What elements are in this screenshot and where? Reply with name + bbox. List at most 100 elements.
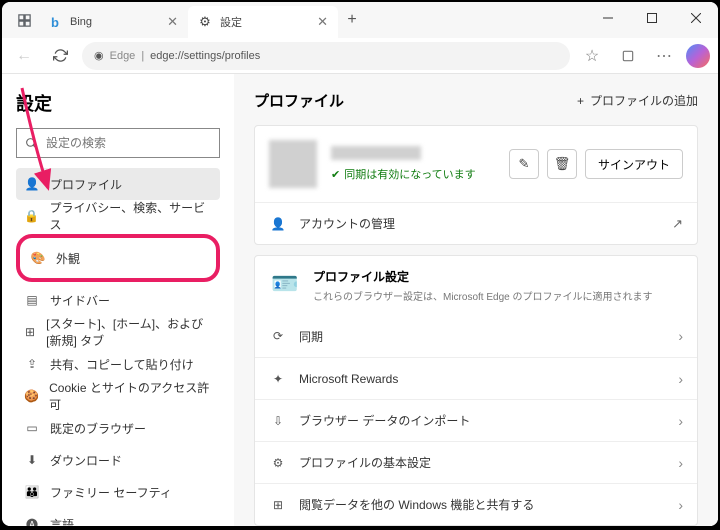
sidebar-item-default[interactable]: ▭ 既定のブラウザー bbox=[16, 412, 220, 444]
search-input[interactable] bbox=[46, 136, 211, 150]
profile-icon: 👤 bbox=[24, 177, 40, 191]
rewards-icon: ✦ bbox=[269, 372, 287, 386]
row-label: 同期 bbox=[299, 328, 323, 345]
share-icon: ⇪ bbox=[24, 357, 40, 371]
sidebar-item-language[interactable]: 🅐 言語 bbox=[16, 508, 220, 526]
row-label: Microsoft Rewards bbox=[299, 372, 398, 386]
settings-favicon: ⚙ bbox=[198, 15, 212, 29]
sync-row[interactable]: ⟳同期› bbox=[255, 315, 697, 357]
address-url: edge://settings/profiles bbox=[150, 50, 260, 62]
edit-profile-button[interactable]: ✎ bbox=[509, 149, 539, 179]
appearance-icon: 🎨 bbox=[30, 251, 46, 265]
refresh-button[interactable] bbox=[46, 42, 74, 70]
row-label: ブラウザー データのインポート bbox=[299, 412, 470, 429]
annotation-highlight: 🎨外観 bbox=[16, 234, 220, 282]
sidebar-item-label: [スタート]、[ホーム]、および [新規] タブ bbox=[46, 315, 212, 349]
language-icon: 🅐 bbox=[24, 516, 40, 527]
page-title: プロファイル bbox=[254, 90, 344, 111]
sidebar-item-cookies[interactable]: 🍪 Cookie とサイトのアクセス許可 bbox=[16, 380, 220, 412]
minimize-button[interactable] bbox=[586, 2, 630, 34]
tab-label: 設定 bbox=[220, 14, 242, 30]
windows-icon: ⊞ bbox=[269, 498, 287, 512]
row-label: アカウントの管理 bbox=[299, 215, 395, 232]
import-icon: ⇩ bbox=[269, 414, 287, 428]
sidebar-item-privacy[interactable]: 🔒 プライバシー、検索、サービス bbox=[16, 200, 220, 232]
edge-icon: ◉ bbox=[94, 49, 104, 62]
delete-profile-button[interactable]: 🗑 bbox=[547, 149, 577, 179]
share-windows-row[interactable]: ⊞閲覧データを他の Windows 機能と共有する› bbox=[255, 483, 697, 525]
home-icon: ⊞ bbox=[24, 325, 36, 339]
tab-settings[interactable]: ⚙ 設定 ✕ bbox=[188, 6, 338, 38]
sync-icon: ⟳ bbox=[269, 329, 287, 343]
sidebar-item-label: サイドバー bbox=[50, 292, 110, 309]
sidebar-icon: ▤ bbox=[24, 293, 40, 307]
chevron-right-icon: › bbox=[678, 371, 683, 387]
check-icon: ✔ bbox=[331, 168, 340, 181]
close-tab-icon[interactable]: ✕ bbox=[317, 14, 328, 30]
bing-favicon: b bbox=[48, 15, 62, 29]
sidebar-item-label: 共有、コピーして貼り付け bbox=[50, 356, 194, 373]
plus-icon: + bbox=[577, 94, 584, 108]
sidebar-item-family[interactable]: 👪ファミリー セーフティ bbox=[16, 476, 220, 508]
close-tab-icon[interactable]: ✕ bbox=[167, 14, 178, 30]
settings-icon: ⚙ bbox=[269, 456, 287, 470]
avatar bbox=[269, 140, 317, 188]
sidebar-item-label: 既定のブラウザー bbox=[50, 420, 146, 437]
maximize-button[interactable] bbox=[630, 2, 674, 34]
sidebar-title: 設定 bbox=[16, 90, 220, 116]
copilot-button[interactable] bbox=[686, 44, 710, 68]
chevron-right-icon: › bbox=[678, 455, 683, 471]
import-row[interactable]: ⇩ ブラウザー データのインポート › bbox=[255, 399, 697, 441]
sidebar-item-label: 言語 bbox=[50, 516, 74, 527]
section-title: プロファイル設定 bbox=[313, 268, 652, 285]
pref-row[interactable]: ⚙ プロファイルの基本設定 › bbox=[255, 441, 697, 483]
close-window-button[interactable] bbox=[674, 2, 718, 34]
sidebar-item-start[interactable]: ⊞ [スタート]、[ホーム]、および [新規] タブ bbox=[16, 316, 220, 348]
section-desc: これらのブラウザー設定は、Microsoft Edge のプロファイルに適用され… bbox=[313, 288, 652, 303]
lock-icon: 🔒 bbox=[24, 209, 40, 223]
add-profile-button[interactable]: + プロファイルの追加 bbox=[577, 92, 698, 109]
external-link-icon: ↗ bbox=[672, 216, 683, 232]
profile-name-redacted bbox=[331, 146, 421, 160]
new-tab-button[interactable]: + bbox=[338, 6, 366, 34]
person-icon: 👤 bbox=[269, 217, 287, 231]
favorite-button[interactable]: ☆ bbox=[578, 42, 606, 70]
search-icon bbox=[25, 137, 38, 150]
tab-label: Bing bbox=[70, 16, 92, 28]
address-bar[interactable]: ◉ Edge | edge://settings/profiles bbox=[82, 42, 570, 70]
sidebar-item-appearance[interactable]: 🎨外観 bbox=[22, 242, 214, 274]
sidebar-item-downloads[interactable]: ⬇ ダウンロード bbox=[16, 444, 220, 476]
sidebar-item-label: ダウンロード bbox=[50, 452, 122, 469]
signout-button[interactable]: サインアウト bbox=[585, 149, 683, 179]
sidebar-item-sidebar[interactable]: ▤ サイドバー bbox=[16, 284, 220, 316]
sync-status: ✔同期は有効になっています bbox=[331, 166, 476, 182]
family-icon: 👪 bbox=[24, 485, 40, 499]
back-button[interactable]: ← bbox=[10, 42, 38, 70]
pencil-icon: ✎ bbox=[519, 156, 530, 172]
profile-card-icon: 🪪 bbox=[269, 268, 301, 300]
row-label: プロファイルの基本設定 bbox=[299, 454, 431, 471]
sidebar-item-label: プロファイル bbox=[50, 176, 122, 193]
profile-settings-header: 🪪 プロファイル設定 これらのブラウザー設定は、Microsoft Edge の… bbox=[255, 256, 697, 315]
sidebar-item-label: Cookie とサイトのアクセス許可 bbox=[49, 379, 212, 413]
collections-button[interactable] bbox=[614, 42, 642, 70]
sidebar-item-profile[interactable]: 👤 プロファイル bbox=[16, 168, 220, 200]
settings-search[interactable] bbox=[16, 128, 220, 158]
browser-icon: ▭ bbox=[24, 421, 40, 435]
sidebar-item-label: プライバシー、検索、サービス bbox=[50, 199, 213, 233]
download-icon: ⬇ bbox=[24, 453, 40, 467]
settings-sidebar: 設定 👤 プロファイル 🔒 プライバシー、検索、サービス 🎨外観 ▤ サイドバー ⊞ [… bbox=[2, 74, 234, 526]
chevron-right-icon: › bbox=[678, 413, 683, 429]
workspace-icon[interactable] bbox=[10, 13, 38, 28]
chevron-right-icon: › bbox=[678, 497, 683, 513]
address-prefix: Edge bbox=[110, 50, 136, 62]
tab-bing[interactable]: b Bing ✕ bbox=[38, 6, 188, 38]
more-button[interactable]: ⋯ bbox=[650, 42, 678, 70]
trash-icon: 🗑 bbox=[554, 156, 571, 172]
manage-account-row[interactable]: 👤 アカウントの管理 ↗ bbox=[255, 202, 697, 244]
cookie-icon: 🍪 bbox=[24, 389, 39, 403]
main-content: プロファイル + プロファイルの追加 ✔同期は有効になっています ✎ 🗑 サインア… bbox=[234, 74, 718, 526]
rewards-row[interactable]: ✦ Microsoft Rewards › bbox=[255, 357, 697, 399]
sidebar-item-share[interactable]: ⇪ 共有、コピーして貼り付け bbox=[16, 348, 220, 380]
add-profile-label: プロファイルの追加 bbox=[590, 92, 698, 109]
